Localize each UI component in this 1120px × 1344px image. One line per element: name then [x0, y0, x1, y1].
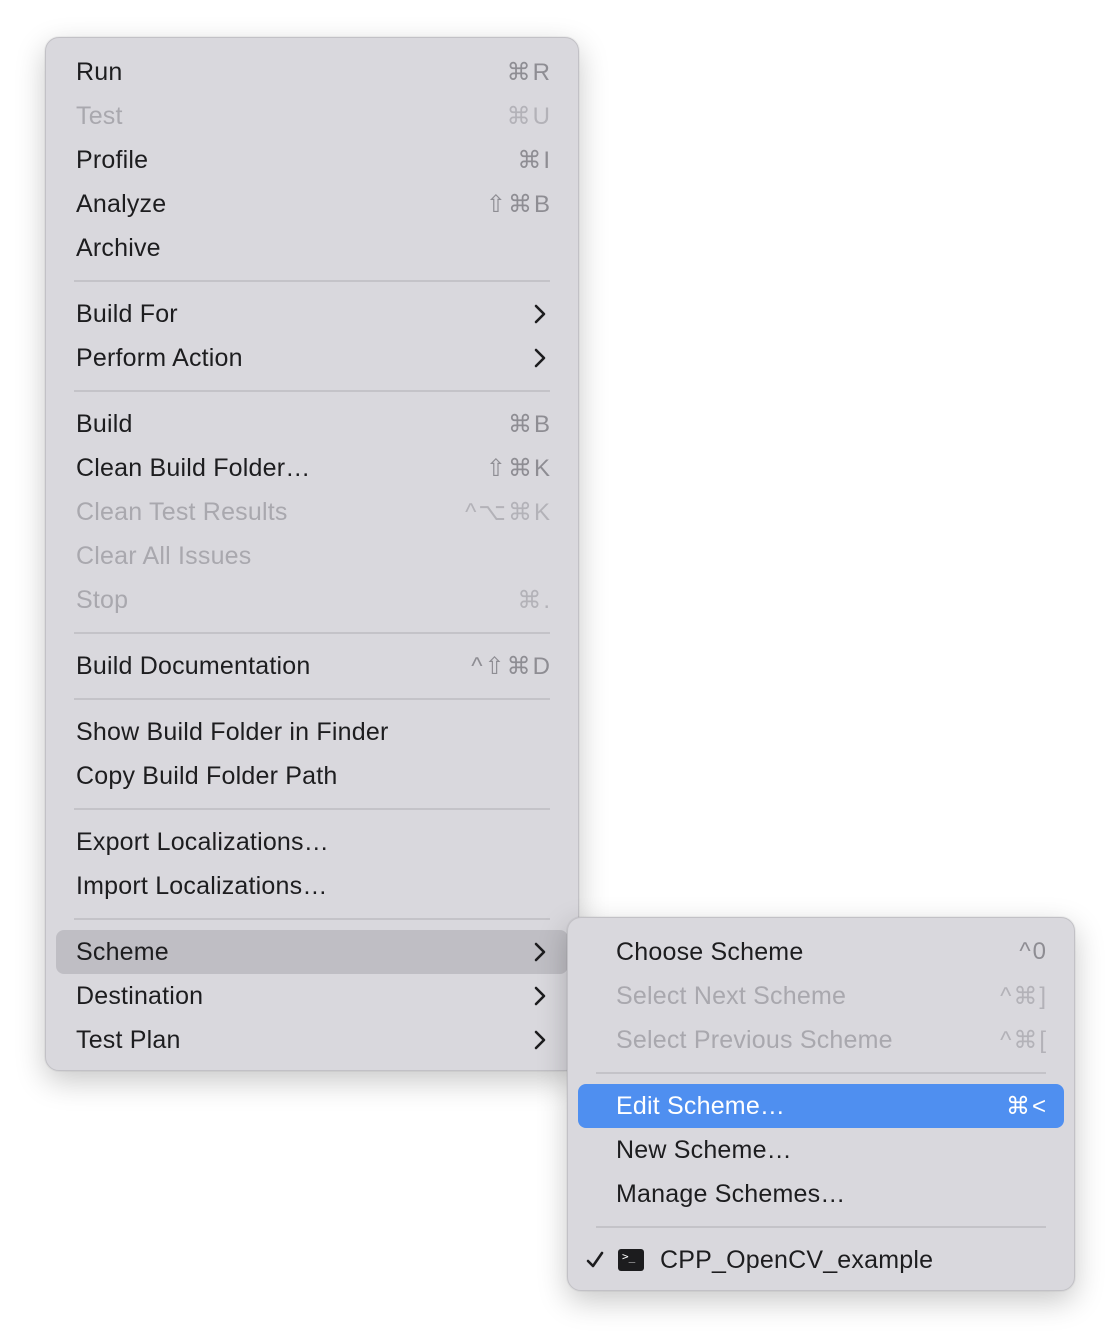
menu-item-label: Build — [76, 409, 133, 438]
menu-separator — [596, 1226, 1046, 1228]
menu-item-label: Build For — [76, 299, 178, 328]
menu-item-label: Clean Test Results — [76, 497, 288, 526]
menu-item-label: Show Build Folder in Finder — [76, 717, 389, 746]
menu-item-clean-build-folder[interactable]: Clean Build Folder… ⇧⌘K — [56, 446, 568, 490]
product-menu: Run ⌘R Test ⌘U Profile ⌘I Analyze ⇧⌘B Ar… — [45, 37, 579, 1071]
menu-item-shortcut: ^⌘[ — [1000, 1026, 1048, 1054]
menu-item-label: Select Next Scheme — [616, 981, 847, 1010]
menu-item-archive[interactable]: Archive — [56, 226, 568, 270]
menu-item-scheme[interactable]: Scheme — [56, 930, 568, 974]
menu-item-label: Scheme — [76, 937, 169, 966]
menu-item-select-next-scheme[interactable]: Select Next Scheme ^⌘] — [578, 974, 1064, 1018]
chevron-right-icon — [534, 348, 546, 368]
menu-item-choose-scheme[interactable]: Choose Scheme ^0 — [578, 930, 1064, 974]
menu-item-test[interactable]: Test ⌘U — [56, 94, 568, 138]
menu-item-edit-scheme[interactable]: Edit Scheme… ⌘< — [578, 1084, 1064, 1128]
menu-item-test-plan[interactable]: Test Plan — [56, 1018, 568, 1062]
menu-item-label: Copy Build Folder Path — [76, 761, 338, 790]
menu-item-label: Destination — [76, 981, 204, 1010]
menu-item-shortcut: ⌘I — [517, 146, 552, 174]
menu-item-show-build-folder[interactable]: Show Build Folder in Finder — [56, 710, 568, 754]
menu-separator — [596, 1072, 1046, 1074]
terminal-prompt-glyph: >_ — [622, 1250, 636, 1263]
menu-item-shortcut: ⌘B — [507, 410, 552, 438]
scheme-submenu: Choose Scheme ^0 Select Next Scheme ^⌘] … — [567, 917, 1075, 1291]
menu-item-shortcut: ⌘U — [506, 102, 552, 130]
menu-item-label: Test Plan — [76, 1025, 181, 1054]
menu-item-destination[interactable]: Destination — [56, 974, 568, 1018]
menu-item-perform-action[interactable]: Perform Action — [56, 336, 568, 380]
menu-item-label: Clean Build Folder… — [76, 453, 311, 482]
menu-item-label: Perform Action — [76, 343, 243, 372]
menu-item-run[interactable]: Run ⌘R — [56, 50, 568, 94]
terminal-icon: >_ — [618, 1249, 644, 1271]
menu-item-select-previous-scheme[interactable]: Select Previous Scheme ^⌘[ — [578, 1018, 1064, 1062]
menu-item-shortcut: ⌘. — [517, 586, 552, 614]
menu-item-build-documentation[interactable]: Build Documentation ^⇧⌘D — [56, 644, 568, 688]
menu-item-label: Choose Scheme — [616, 937, 804, 966]
menu-item-build-for[interactable]: Build For — [56, 292, 568, 336]
menu-item-label: Clear All Issues — [76, 541, 252, 570]
scheme-name: CPP_OpenCV_example — [660, 1245, 934, 1274]
menu-item-export-localizations[interactable]: Export Localizations… — [56, 820, 568, 864]
menu-item-shortcut: ⌘R — [506, 58, 552, 86]
menu-item-label: Build Documentation — [76, 651, 311, 680]
menu-item-current-scheme[interactable]: >_ CPP_OpenCV_example — [578, 1238, 1064, 1282]
menu-item-stop[interactable]: Stop ⌘. — [56, 578, 568, 622]
menu-item-label: Archive — [76, 233, 161, 262]
menu-item-profile[interactable]: Profile ⌘I — [56, 138, 568, 182]
menu-item-clean-test-results[interactable]: Clean Test Results ^⌥⌘K — [56, 490, 568, 534]
menu-item-new-scheme[interactable]: New Scheme… — [578, 1128, 1064, 1172]
menu-separator — [74, 632, 550, 634]
menu-item-label: Select Previous Scheme — [616, 1025, 893, 1054]
menu-separator — [74, 280, 550, 282]
menu-item-shortcut: ⇧⌘K — [485, 454, 552, 482]
menu-item-label: Analyze — [76, 189, 167, 218]
menu-item-shortcut: ^⌥⌘K — [465, 498, 552, 526]
menu-separator — [74, 698, 550, 700]
menu-item-label: Import Localizations… — [76, 871, 328, 900]
menu-separator — [74, 808, 550, 810]
menu-item-manage-schemes[interactable]: Manage Schemes… — [578, 1172, 1064, 1216]
menu-item-build[interactable]: Build ⌘B — [56, 402, 568, 446]
menu-item-shortcut: ⇧⌘B — [485, 190, 552, 218]
menu-item-shortcut: ^0 — [1019, 938, 1048, 965]
menu-item-copy-build-folder-path[interactable]: Copy Build Folder Path — [56, 754, 568, 798]
menu-separator — [74, 918, 550, 920]
menu-separator — [74, 390, 550, 392]
menu-item-label: Export Localizations… — [76, 827, 329, 856]
menu-item-label: Manage Schemes… — [616, 1179, 846, 1208]
checkmark-icon — [586, 1251, 604, 1268]
chevron-right-icon — [534, 304, 546, 324]
menu-item-shortcut: ⌘< — [1005, 1092, 1048, 1120]
menu-item-label: New Scheme… — [616, 1135, 792, 1164]
menu-item-label: Edit Scheme… — [616, 1091, 786, 1120]
menu-item-label: Run — [76, 57, 123, 86]
menu-item-analyze[interactable]: Analyze ⇧⌘B — [56, 182, 568, 226]
menu-item-label: Test — [76, 101, 123, 130]
menu-item-shortcut: ^⌘] — [1000, 982, 1048, 1010]
menu-item-clear-all-issues[interactable]: Clear All Issues — [56, 534, 568, 578]
chevron-right-icon — [534, 942, 546, 962]
chevron-right-icon — [534, 986, 546, 1006]
menu-item-import-localizations[interactable]: Import Localizations… — [56, 864, 568, 908]
menu-item-label: Profile — [76, 145, 149, 174]
menu-item-shortcut: ^⇧⌘D — [471, 652, 552, 680]
menu-item-label: Stop — [76, 585, 129, 614]
chevron-right-icon — [534, 1030, 546, 1050]
